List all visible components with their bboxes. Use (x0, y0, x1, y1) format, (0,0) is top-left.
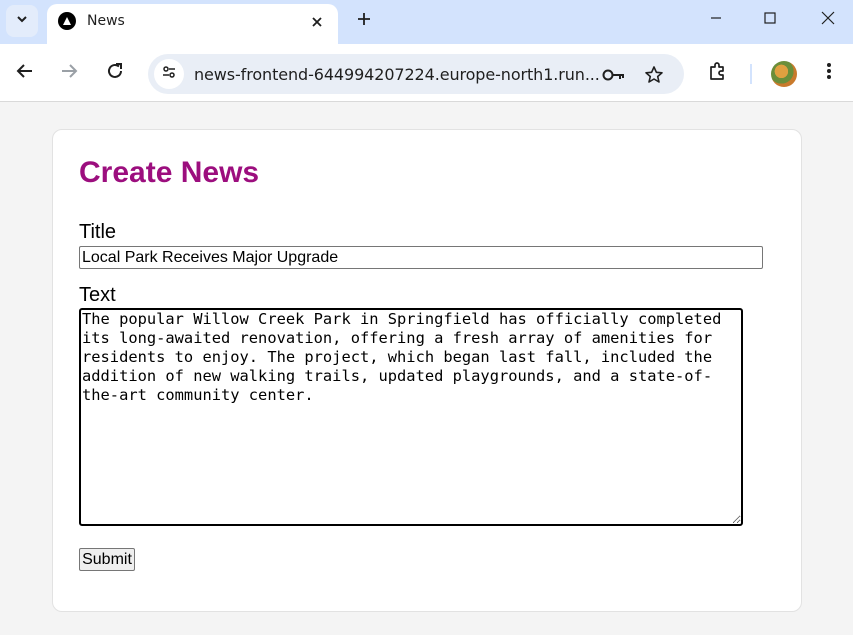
triangle-logo-icon (58, 12, 76, 30)
browser-toolbar: news-frontend-644994207224.europe-north1… (0, 44, 853, 102)
tab-strip: News (0, 0, 853, 44)
forward-button[interactable] (55, 59, 83, 87)
tune-icon (161, 64, 177, 85)
reload-button[interactable] (101, 59, 129, 87)
minimize-button[interactable] (700, 6, 732, 34)
submit-button[interactable]: Submit (79, 548, 135, 571)
plus-icon (357, 12, 371, 31)
minimize-icon (710, 11, 722, 29)
maximize-icon (764, 11, 776, 29)
menu-button[interactable] (815, 59, 843, 87)
text-textarea[interactable]: The popular Willow Creek Park in Springf… (79, 308, 743, 526)
site-info-button[interactable] (154, 59, 184, 89)
toolbar-divider (750, 64, 752, 84)
address-bar[interactable]: news-frontend-644994207224.europe-north1… (148, 54, 684, 94)
page-title: Create News (79, 156, 260, 189)
chevron-down-icon (15, 12, 29, 31)
tab-title: News (87, 13, 125, 29)
arrow-left-icon (16, 62, 34, 85)
url-text: news-frontend-644994207224.europe-north1… (194, 65, 600, 84)
close-icon (821, 11, 835, 30)
extensions-button[interactable] (704, 59, 732, 87)
password-key-icon[interactable] (602, 63, 626, 87)
create-news-card: Create News Title Text The popular Willo… (52, 129, 802, 612)
more-vert-icon (826, 62, 832, 85)
back-button[interactable] (11, 59, 39, 87)
text-label: Text (79, 284, 116, 306)
title-input[interactable] (79, 246, 763, 269)
tab-search-button[interactable] (6, 5, 38, 37)
tab-news[interactable]: News (47, 4, 338, 44)
maximize-button[interactable] (754, 6, 786, 34)
puzzle-piece-icon (708, 61, 728, 86)
star-icon[interactable] (642, 63, 666, 87)
profile-avatar[interactable] (771, 61, 797, 87)
arrow-right-icon (60, 62, 78, 85)
reload-icon (106, 62, 124, 85)
close-window-button[interactable] (812, 6, 844, 34)
title-label: Title (79, 221, 117, 243)
close-icon[interactable] (305, 10, 329, 34)
new-tab-button[interactable] (351, 8, 377, 34)
